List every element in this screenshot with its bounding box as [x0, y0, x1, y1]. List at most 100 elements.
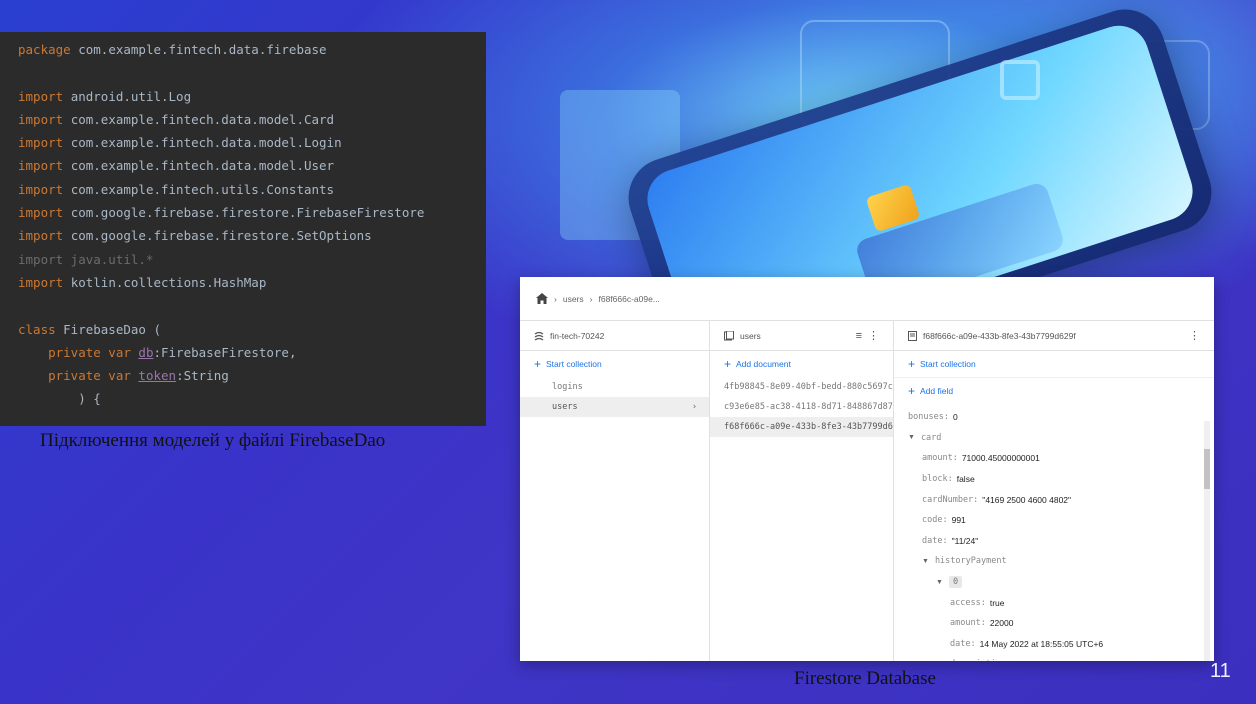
chevron-right-icon: › — [691, 402, 697, 412]
field-key: bonuses: — [908, 412, 949, 423]
project-name: fin-tech-70242 — [550, 330, 605, 341]
field-key: description: — [950, 659, 1011, 661]
document-field-row[interactable]: ▼ card — [894, 428, 1214, 449]
expand-toggle-icon[interactable]: ▼ — [908, 434, 915, 441]
collection-list-item[interactable]: users › — [520, 397, 709, 417]
start-collection-button[interactable]: + Start collection — [520, 351, 709, 377]
collection-list-item-label: logins — [552, 382, 583, 392]
document-field-row[interactable]: bonuses: 0 — [894, 407, 1214, 428]
document-list-item-label: 4fb98845-8e09-40bf-bedd-880c5697c — [724, 382, 893, 392]
plus-icon: + — [908, 357, 916, 371]
field-value: "" — [1015, 659, 1021, 661]
field-value: "11/24" — [951, 535, 979, 546]
document-field-row[interactable]: date: "11/24" — [894, 531, 1214, 552]
collection-column: users ≡ ⋮ + Add document 4fb98845-8e09-4… — [710, 321, 894, 661]
document-field-row[interactable]: date: 14 May 2022 at 18:55:05 UTC+6 — [894, 634, 1214, 655]
plus-icon: + — [908, 383, 916, 398]
document-column-header: f68f666c-a09e-433b-8fe3-43b7799d629f ⋮ — [894, 321, 1214, 351]
field-key: cardNumber: — [922, 494, 979, 505]
code-token: com.example.fintech.data.model.Card — [70, 111, 335, 127]
code-token: private var — [18, 368, 139, 384]
code-token: kotlin.collections.HashMap — [70, 274, 267, 290]
field-value: true — [989, 597, 1005, 608]
code-token: import — [18, 205, 71, 221]
chevron-right-icon: › — [554, 293, 557, 304]
field-key: amount: — [922, 453, 958, 464]
database-icon — [534, 331, 544, 341]
more-vert-icon[interactable]: ⋮ — [868, 329, 879, 342]
code-caption: Підключення моделей у файлі FirebaseDao — [40, 430, 386, 451]
field-key: date: — [922, 535, 948, 546]
document-field-row[interactable]: block: false — [894, 469, 1214, 490]
field-key: 0 — [948, 576, 963, 589]
field-value: false — [956, 474, 975, 485]
code-line: import com.example.fintech.data.model.Ca… — [18, 108, 486, 131]
code-line: import kotlin.collections.HashMap — [18, 271, 486, 294]
document-field-row[interactable]: ▼ historyPayment — [894, 551, 1214, 572]
field-key: historyPayment — [934, 556, 1007, 567]
code-token: import — [18, 135, 71, 151]
code-token: :String — [176, 368, 229, 384]
add-field-button[interactable]: + Add field — [894, 377, 1214, 403]
field-key: block: — [922, 474, 953, 485]
breadcrumb-item-users[interactable]: users — [563, 294, 584, 304]
document-icon — [908, 330, 917, 341]
code-token: import — [18, 158, 71, 174]
expand-toggle-icon[interactable]: ▼ — [936, 579, 943, 586]
field-key: amount: — [950, 618, 986, 629]
document-field-row[interactable]: description: "" — [894, 654, 1214, 661]
document-list-item[interactable]: c93e6e85-ac38-4118-8d71-848867d87 — [710, 397, 893, 417]
code-token: com.google.firebase.firestore.FirebaseFi… — [70, 205, 425, 221]
breadcrumb-item-document[interactable]: f68f666c-a09e... — [598, 294, 659, 304]
code-token: import — [18, 111, 71, 127]
field-value: 22000 — [989, 618, 1014, 629]
field-value: "4169 2500 4600 4802" — [982, 494, 1072, 505]
code-token: import — [18, 274, 71, 290]
filter-icon[interactable]: ≡ — [856, 330, 862, 342]
document-field-row[interactable]: amount: 71000.45000000001 — [894, 448, 1214, 469]
expand-toggle-icon[interactable]: ▼ — [922, 558, 929, 565]
code-token: token — [138, 368, 177, 384]
code-line: import android.util.Log — [18, 85, 486, 108]
code-token: android.util.Log — [70, 88, 192, 104]
scrollbar-thumb[interactable] — [1204, 449, 1210, 489]
document-id: f68f666c-a09e-433b-8fe3-43b7799d629f — [923, 330, 1076, 341]
field-key: code: — [922, 515, 948, 526]
code-token: com.example.fintech.utils.Constants — [70, 181, 335, 197]
code-token: FirebaseDao ( — [63, 321, 161, 337]
chevron-right-icon: › — [589, 293, 593, 304]
field-value: 71000.45000000001 — [961, 453, 1040, 464]
firestore-console-window: › users › f68f666c-a09e... fin-tech-7024… — [520, 277, 1214, 661]
document-list-item-label: c93e6e85-ac38-4118-8d71-848867d87 — [724, 402, 893, 412]
code-line: import com.example.fintech.data.model.Lo… — [18, 131, 486, 154]
code-token: import java.util.* — [18, 251, 154, 267]
collection-list-item[interactable]: logins — [520, 377, 709, 397]
document-list-item[interactable]: f68f666c-a09e-433b-8fe3-43b7799d6 — [710, 417, 893, 437]
document-field-row[interactable]: amount: 22000 — [894, 613, 1214, 634]
code-line: private var token:String — [18, 364, 486, 387]
home-icon[interactable] — [536, 293, 548, 304]
start-subcollection-button[interactable]: + Start collection — [894, 351, 1214, 377]
code-token: :FirebaseFirestore, — [153, 344, 297, 360]
document-field-row[interactable]: code: 991 — [894, 510, 1214, 531]
document-list-item[interactable]: 4fb98845-8e09-40bf-bedd-880c5697c — [710, 377, 893, 397]
code-token: import — [18, 228, 71, 244]
document-column: f68f666c-a09e-433b-8fe3-43b7799d629f ⋮ +… — [894, 321, 1214, 661]
code-line: package com.example.fintech.data.firebas… — [18, 38, 486, 61]
document-field-row[interactable]: ▼ 0 — [894, 572, 1214, 593]
document-field-row[interactable]: access: true — [894, 592, 1214, 613]
code-token: package — [18, 42, 79, 57]
collection-column-header: users ≡ ⋮ — [710, 321, 893, 351]
plus-icon: + — [724, 357, 732, 371]
code-token: com.example.fintech.data.model.User — [70, 158, 335, 174]
field-value: 991 — [951, 515, 966, 526]
document-field-row[interactable]: cardNumber: "4169 2500 4600 4802" — [894, 489, 1214, 510]
add-document-button[interactable]: + Add document — [710, 351, 893, 377]
more-vert-icon[interactable]: ⋮ — [1189, 329, 1200, 342]
code-line: import com.google.firebase.firestore.Fir… — [18, 201, 486, 224]
code-line: ) { — [18, 387, 486, 410]
firestore-caption: Firestore Database — [794, 668, 936, 689]
code-line: private var db:FirebaseFirestore, — [18, 341, 486, 364]
collection-list-item-label: users — [552, 402, 578, 412]
